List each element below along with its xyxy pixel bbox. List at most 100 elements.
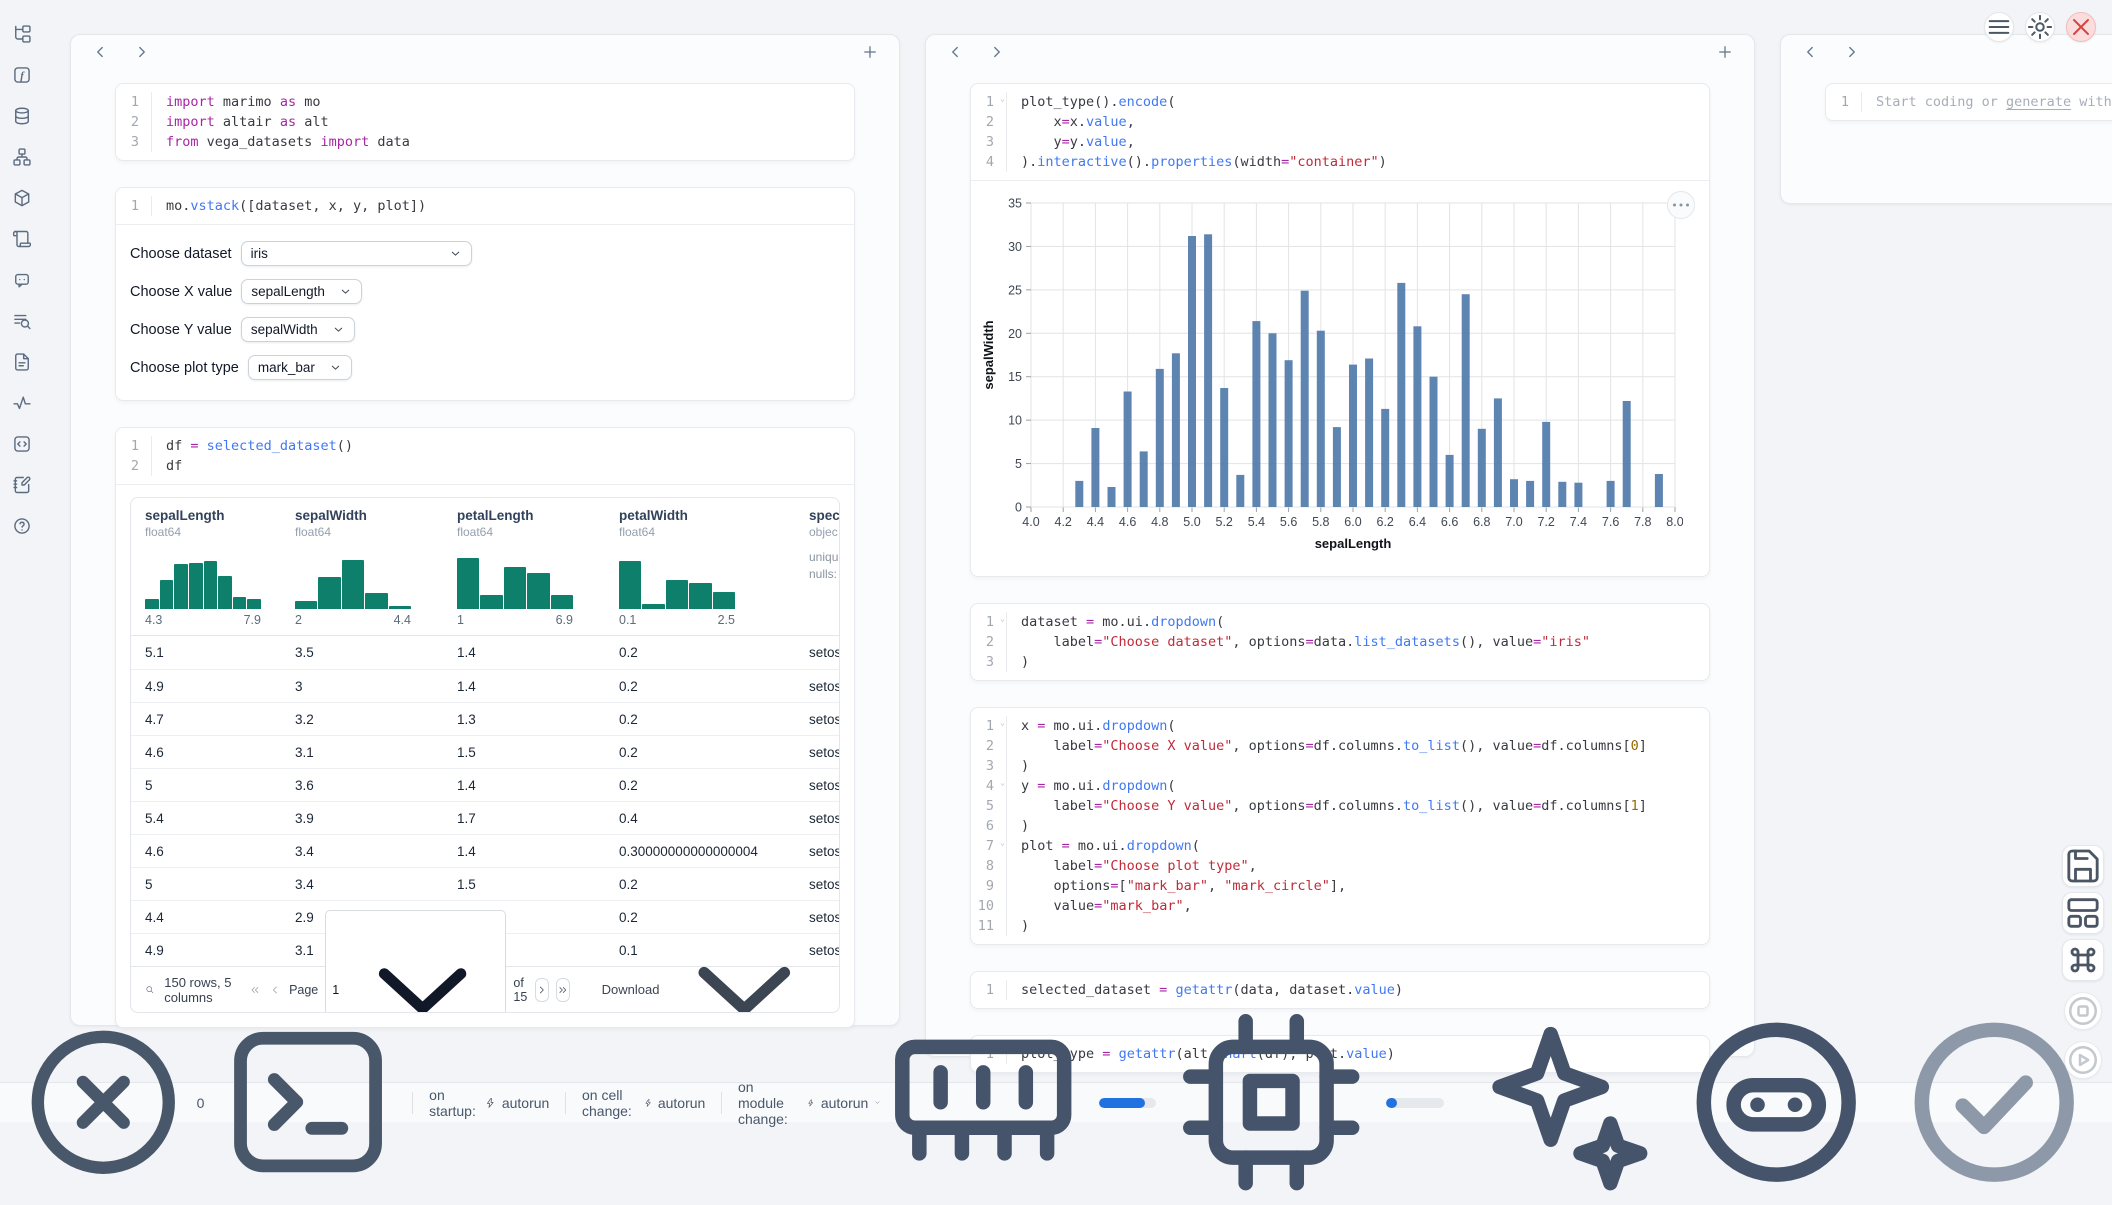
cell-dataframe[interactable]: 1df = selected_dataset()2df sepalLengthf… <box>115 427 855 1028</box>
chart-bar[interactable] <box>1091 428 1099 507</box>
chart-bar[interactable] <box>1526 481 1534 507</box>
sidebar-package-button[interactable] <box>8 184 36 212</box>
sidebar-notebook-edit-button[interactable] <box>8 471 36 499</box>
column-2-next-button[interactable] <box>988 43 1006 61</box>
shutdown-button[interactable] <box>2066 12 2096 42</box>
column-name[interactable]: petalWidth <box>619 508 779 523</box>
column-name[interactable]: speci <box>809 508 813 523</box>
sidebar-help-circle-button[interactable] <box>8 512 36 540</box>
save-button[interactable] <box>2062 845 2104 887</box>
choose-x-value-select[interactable]: sepalLength <box>241 279 362 304</box>
table-row[interactable]: 53.41.50.2setos <box>131 867 839 900</box>
fold-chevron-icon[interactable]: ⌄ <box>1000 839 1005 847</box>
fold-chevron-icon[interactable]: ⌄ <box>1000 719 1005 727</box>
column-1-add-cell-button[interactable] <box>861 43 879 61</box>
chart-bar[interactable] <box>1269 333 1277 507</box>
code-editor[interactable]: 1⌄plot_type().encode(2 x=x.value,3 y=y.v… <box>971 84 1709 180</box>
connection-status-button[interactable] <box>1892 1000 2096 1204</box>
cell-empty[interactable]: 1 Start coding or generate with AI <box>1825 83 2112 121</box>
table-row[interactable]: 53.61.40.2setos <box>131 768 839 801</box>
prev-page-button[interactable] <box>268 978 282 1002</box>
chart-bar[interactable] <box>1333 427 1341 507</box>
settings-button[interactable] <box>2025 12 2055 42</box>
chart-bar[interactable] <box>1397 283 1405 507</box>
code-editor[interactable]: 1 Start coding or generate with AI <box>1826 84 2112 120</box>
sidebar-function-square-button[interactable]: f <box>8 61 36 89</box>
cell-plot[interactable]: 1⌄plot_type().encode(2 x=x.value,3 y=y.v… <box>970 83 1710 577</box>
chart-bar[interactable] <box>1108 487 1116 507</box>
fold-chevron-icon[interactable]: ⌄ <box>1000 615 1005 623</box>
cell-dataset-dropdown[interactable]: 1⌄dataset = mo.ui.dropdown(2 label="Choo… <box>970 603 1710 681</box>
choose-plot-type-select[interactable]: mark_bar <box>248 355 352 380</box>
chart-bar[interactable] <box>1381 409 1389 507</box>
download-button[interactable]: Download <box>602 909 825 1013</box>
table-row[interactable]: 5.13.51.40.2setos <box>131 636 839 669</box>
chart-bar[interactable] <box>1349 365 1357 507</box>
command-palette-button[interactable] <box>2062 939 2104 981</box>
runtime-config-1[interactable]: on cell change:autorun <box>582 1087 705 1119</box>
sidebar-database-button[interactable] <box>8 102 36 130</box>
last-page-button[interactable] <box>556 978 570 1002</box>
runtime-config-2[interactable]: on module change:autorun <box>738 1079 881 1127</box>
cell-vstack[interactable]: 1mo.vstack([dataset, x, y, plot]) Choose… <box>115 187 855 401</box>
code-editor[interactable]: 1⌄x = mo.ui.dropdown(2 label="Choose X v… <box>971 708 1709 944</box>
terminal-button[interactable] <box>218 1012 398 1192</box>
code-editor[interactable]: 1import marimo as mo2import altair as al… <box>116 84 854 160</box>
chart-bar[interactable] <box>1655 474 1663 507</box>
choose-y-value-select[interactable]: sepalWidth <box>241 317 355 342</box>
chart-bar[interactable] <box>1156 369 1164 507</box>
code-editor[interactable]: 1df = selected_dataset()2df <box>116 428 854 484</box>
first-page-button[interactable] <box>248 978 262 1002</box>
chart-bar[interactable] <box>1140 451 1148 507</box>
code-editor[interactable]: 1mo.vstack([dataset, x, y, plot]) <box>116 188 854 224</box>
fold-chevron-icon[interactable]: ⌄ <box>1000 779 1005 787</box>
column-name[interactable]: petalLength <box>457 508 589 523</box>
chart-bar[interactable] <box>1188 236 1196 507</box>
search-icon[interactable] <box>145 982 154 997</box>
ai-assistant-button[interactable] <box>1457 1000 1661 1204</box>
column-name[interactable]: sepalWidth <box>295 508 427 523</box>
column-1-next-button[interactable] <box>133 43 151 61</box>
page-select[interactable]: 1 <box>325 910 506 1013</box>
next-page-button[interactable] <box>535 978 549 1002</box>
choose-dataset-select[interactable]: iris <box>241 241 472 266</box>
chart-bar[interactable] <box>1478 429 1486 507</box>
generate-with-ai-link[interactable]: generate <box>2006 94 2071 110</box>
chart-bar[interactable] <box>1607 481 1615 507</box>
table-row[interactable]: 4.63.41.40.30000000000000004setos <box>131 834 839 867</box>
chart-bar[interactable] <box>1124 392 1132 508</box>
chart-bar[interactable] <box>1252 321 1260 507</box>
notebook-menu-button[interactable] <box>1984 12 2014 42</box>
chart-bar[interactable] <box>1075 481 1083 507</box>
code-editor[interactable]: 1⌄dataset = mo.ui.dropdown(2 label="Choo… <box>971 604 1709 680</box>
chart-bar[interactable] <box>1317 331 1325 507</box>
column-3-next-button[interactable] <box>1843 43 1861 61</box>
chart-bar[interactable] <box>1430 377 1438 507</box>
chart-bar[interactable] <box>1365 359 1373 508</box>
sidebar-dependency-graph-button[interactable] <box>8 143 36 171</box>
sidebar-activity-button[interactable] <box>8 389 36 417</box>
sidebar-file-tree-button[interactable] <box>8 20 36 48</box>
chart-bar[interactable] <box>1574 483 1582 507</box>
chart-bar[interactable] <box>1542 422 1550 507</box>
chart-bar[interactable] <box>1285 360 1293 507</box>
chart-bar[interactable] <box>1494 398 1502 507</box>
sidebar-scroll-button[interactable] <box>8 225 36 253</box>
table-row[interactable]: 4.63.11.50.2setos <box>131 735 839 768</box>
column-3-prev-button[interactable] <box>1801 43 1819 61</box>
sidebar-log-search-button[interactable] <box>8 307 36 335</box>
table-row[interactable]: 5.43.91.70.4setos <box>131 801 839 834</box>
chart-bar[interactable] <box>1172 353 1180 507</box>
column-1-prev-button[interactable] <box>91 43 109 61</box>
layout-toggle-button[interactable] <box>2062 892 2104 934</box>
cell-xy-plot-dropdowns[interactable]: 1⌄x = mo.ui.dropdown(2 label="Choose X v… <box>970 707 1710 945</box>
chart-bar[interactable] <box>1462 294 1470 507</box>
chart-actions-button[interactable] <box>1667 191 1695 219</box>
sidebar-chat-bot-button[interactable] <box>8 266 36 294</box>
table-row[interactable]: 4.73.21.30.2setos <box>131 702 839 735</box>
copilot-button[interactable] <box>1674 1000 1878 1204</box>
errors-indicator[interactable]: 0 <box>16 1015 204 1190</box>
cell-imports[interactable]: 1import marimo as mo2import altair as al… <box>115 83 855 161</box>
sidebar-snippets-button[interactable] <box>8 430 36 458</box>
table-row[interactable]: 4.931.40.2setos <box>131 669 839 702</box>
